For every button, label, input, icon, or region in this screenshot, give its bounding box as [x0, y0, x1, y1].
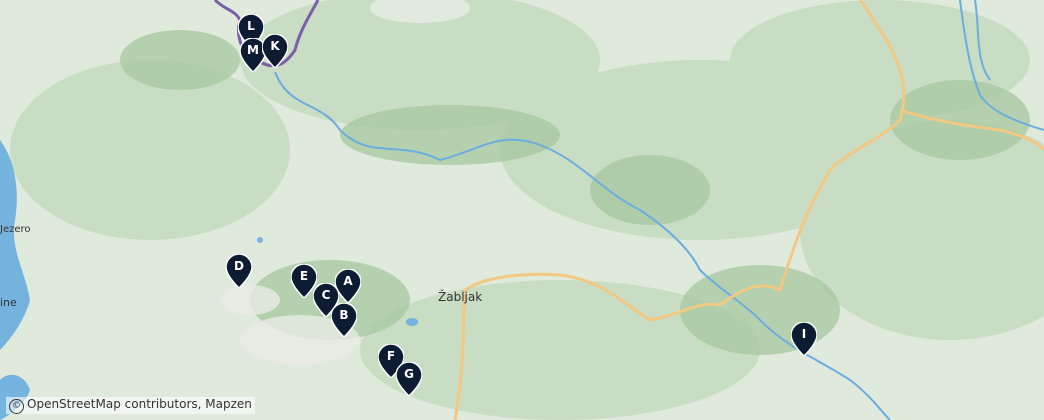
map-attribution[interactable]: © OpenStreetMap contributors, Mapzen: [6, 397, 255, 414]
map-marker-label: D: [234, 259, 244, 273]
map-marker-label: K: [270, 39, 280, 53]
map-marker-label: E: [299, 269, 309, 283]
attribution-text: OpenStreetMap contributors, Mapzen: [27, 397, 252, 411]
map-marker-label: B: [339, 308, 349, 322]
map-terrain: [0, 0, 1044, 420]
map-marker-label: F: [386, 349, 396, 363]
map-marker-g[interactable]: G: [396, 362, 422, 396]
map-marker-k[interactable]: K: [262, 34, 288, 68]
map-canvas[interactable]: Žabljak Jezero ine L M K D E A C B F G I…: [0, 0, 1044, 420]
place-label-jezero: Jezero: [0, 224, 31, 235]
map-marker-label: C: [321, 288, 331, 302]
place-label-zabljak: Žabljak: [438, 290, 483, 304]
map-marker-label: G: [404, 367, 414, 381]
map-marker-b[interactable]: B: [331, 303, 357, 337]
map-marker-label: L: [247, 19, 255, 33]
map-marker-d[interactable]: D: [226, 254, 252, 288]
copyright-icon: ©: [9, 399, 24, 414]
map-marker-i[interactable]: I: [791, 322, 817, 356]
map-marker-label: I: [801, 327, 807, 341]
place-label-left-edge: ine: [0, 296, 17, 309]
